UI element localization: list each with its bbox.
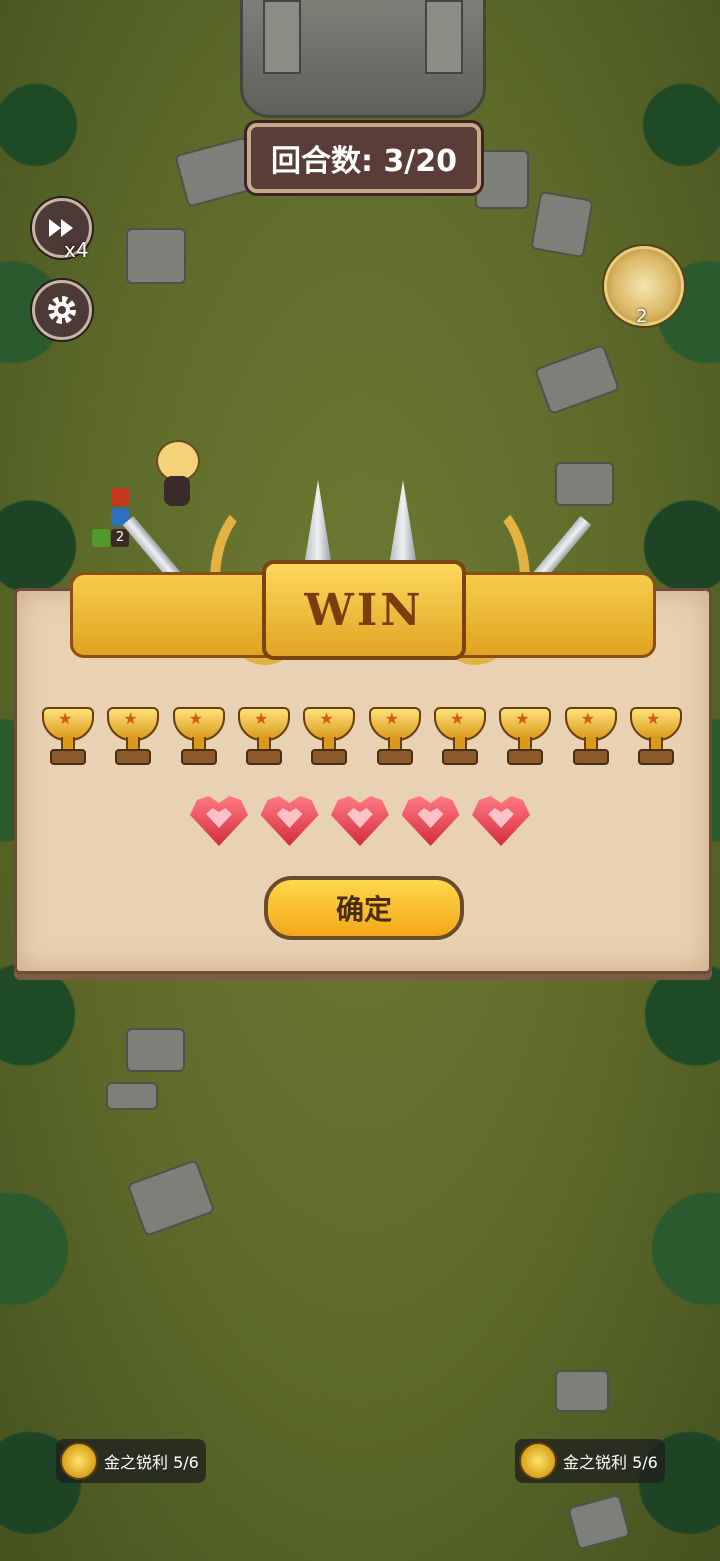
trophy-icon: ★ [428,705,488,765]
path-stone [126,228,186,284]
heart-icon [190,796,248,846]
heart-row [190,796,530,848]
trophy-icon: ★ [559,705,619,765]
avatar-count: 2 [636,306,648,327]
heart-icon [260,796,319,846]
right-status-text: 金之锐利 5/6 [563,1453,658,1472]
trophy-icon: ★ [363,705,423,765]
win-title: WIN [304,584,424,636]
settings-button[interactable] [32,280,92,340]
hero-level-badge: 2 [111,529,129,547]
trophy-icon: ★ [101,705,161,765]
fast-forward-icon [49,219,73,237]
confirm-button-label: 确定 [335,893,392,926]
left-status-pill: 金之锐利 5/6 [56,1439,206,1483]
win-banner: WIN [262,560,466,660]
temple-gate [240,0,486,118]
coin-icon [519,1442,557,1480]
path-stone [106,1082,158,1110]
trophy-icon: ★ [167,705,227,765]
trophy-icon: ★ [36,705,96,765]
heart-icon [331,796,389,846]
speed-multiplier: x4 [64,238,89,262]
path-stone [475,150,529,209]
trophy-icon: ★ [624,705,684,765]
trophy-row: ★ ★ ★ ★ ★ ★ ★ ★ ★ ★ [36,705,684,765]
round-counter-label: 回合数: 3/20 [270,144,458,179]
heart-icon [472,796,530,846]
path-stone [555,1370,609,1412]
trophy-icon: ★ [232,705,292,765]
trophy-icon: ★ [297,705,357,765]
confirm-button[interactable]: 确定 [264,876,464,940]
trophy-icon: ★ [493,705,553,765]
left-status-text: 金之锐利 5/6 [104,1453,199,1472]
path-stone [126,1028,185,1072]
path-stone [530,190,594,259]
coin-icon [60,1442,98,1480]
gear-icon [48,296,76,324]
poison-buff-icon [92,529,110,547]
round-counter: 回合数: 3/20 [247,123,481,193]
heart-icon [401,796,460,846]
fire-buff-icon [111,488,129,506]
right-status-pill: 金之锐利 5/6 [515,1439,665,1483]
